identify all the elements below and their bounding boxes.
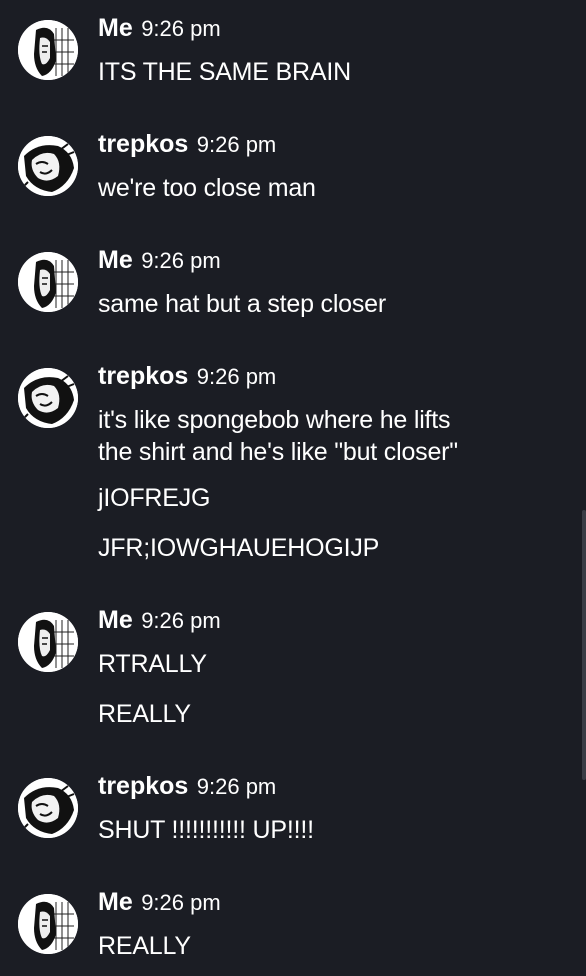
- message-header: Me 9:26 pm: [98, 244, 221, 276]
- trepkos-avatar-image: [18, 368, 78, 428]
- me-avatar[interactable]: [18, 612, 78, 672]
- me-avatar-image: [18, 252, 78, 312]
- me-avatar-image: [18, 20, 78, 80]
- message-text: REALLY: [98, 700, 191, 728]
- message-text: it's like spongebob where he lifts the s…: [98, 406, 458, 466]
- author-name[interactable]: trepkos: [98, 130, 188, 158]
- timestamp: 9:26 pm: [141, 16, 221, 41]
- trepkos-avatar[interactable]: [18, 368, 78, 428]
- message-text: jIOFREJG: [98, 484, 211, 512]
- trepkos-avatar[interactable]: [18, 136, 78, 196]
- message-text: SHUT !!!!!!!!!!! UP!!!!: [98, 816, 314, 844]
- me-avatar[interactable]: [18, 894, 78, 954]
- timestamp: 9:26 pm: [141, 608, 221, 633]
- author-name[interactable]: Me: [98, 14, 133, 42]
- author-name[interactable]: Me: [98, 246, 133, 274]
- me-avatar-image: [18, 894, 78, 954]
- message-header: Me 9:26 pm: [98, 604, 221, 636]
- timestamp: 9:26 pm: [196, 364, 277, 389]
- timestamp: 9:26 pm: [196, 132, 277, 157]
- author-name[interactable]: Me: [98, 606, 133, 634]
- message-text: RTRALLY: [98, 650, 207, 678]
- trepkos-avatar-image: [18, 136, 78, 196]
- message-header: Me 9:26 pm: [98, 12, 221, 44]
- me-avatar[interactable]: [18, 252, 78, 312]
- message-text: we're too close man: [98, 174, 316, 202]
- author-name[interactable]: trepkos: [98, 362, 188, 390]
- trepkos-avatar-image: [18, 778, 78, 838]
- author-name[interactable]: trepkos: [98, 772, 188, 800]
- trepkos-avatar[interactable]: [18, 778, 78, 838]
- message-header: trepkos 9:26 pm: [98, 360, 276, 392]
- message-text: REALLY: [98, 932, 191, 960]
- timestamp: 9:26 pm: [196, 774, 277, 799]
- me-avatar[interactable]: [18, 20, 78, 80]
- timestamp: 9:26 pm: [141, 248, 221, 273]
- chat-log: Me 9:26 pm ITS THE SAME BRAIN trepkos 9:…: [0, 0, 586, 976]
- message-header: trepkos 9:26 pm: [98, 770, 276, 802]
- me-avatar-image: [18, 612, 78, 672]
- timestamp: 9:26 pm: [141, 890, 221, 915]
- message-text: ITS THE SAME BRAIN: [98, 58, 351, 86]
- message-text: JFR;IOWGHAUEHOGIJP: [98, 534, 380, 562]
- message-header: Me 9:26 pm: [98, 886, 221, 918]
- message-text: same hat but a step closer: [98, 290, 387, 318]
- message-header: trepkos 9:26 pm: [98, 128, 276, 160]
- scrollbar[interactable]: [582, 510, 586, 780]
- author-name[interactable]: Me: [98, 888, 133, 916]
